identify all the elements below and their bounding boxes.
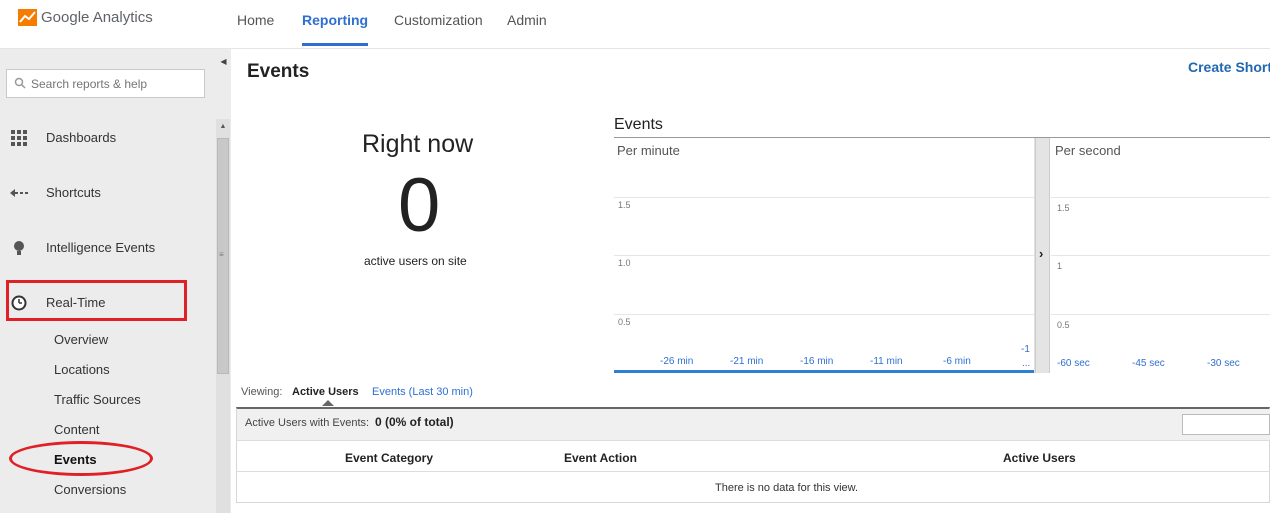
subnav-overview[interactable]: Overview	[54, 332, 108, 347]
scrollbar-grip-icon: ≡	[219, 250, 224, 259]
grid-line	[1051, 197, 1270, 198]
x-tick-label: -26 min	[660, 356, 694, 367]
x-tick-ellipsis: ...	[1022, 358, 1031, 369]
x-tick-label: -45 sec	[1132, 358, 1165, 369]
x-tick-label: -11 min	[870, 356, 903, 367]
analytics-logo-icon	[18, 9, 37, 26]
y-tick-label: 1.5	[1057, 203, 1070, 213]
summary-label: Active Users with Events:	[245, 417, 370, 429]
highlight-oval	[9, 441, 153, 476]
active-tab-caret-icon	[322, 400, 334, 406]
scroll-up-icon[interactable]: ▲	[216, 119, 230, 135]
lightbulb-icon	[14, 241, 24, 255]
column-header-event-category[interactable]: Event Category	[345, 451, 433, 465]
per-minute-chart: Per minute 1.5 1.0 0.5 -26 min -21 min -…	[614, 138, 1035, 373]
sidebar-item-label: Shortcuts	[46, 185, 101, 200]
subnav-locations[interactable]: Locations	[54, 362, 110, 377]
grid-icon	[11, 130, 27, 146]
chevron-right-icon[interactable]: ›	[1039, 246, 1043, 261]
subnav-traffic-sources[interactable]: Traffic Sources	[54, 392, 141, 407]
x-tick-label: -30 sec	[1207, 358, 1240, 369]
y-tick-label: 0.5	[618, 317, 631, 327]
logo-text: Google Analytics	[41, 9, 153, 26]
per-second-chart: Per second 1.5 1 0.5 -60 sec -45 sec -30…	[1051, 138, 1270, 373]
y-tick-label: 0.5	[1057, 320, 1070, 330]
grid-line	[1051, 255, 1270, 256]
highlight-box	[6, 280, 187, 321]
collapse-sidebar-button[interactable]: ◀	[216, 49, 231, 75]
chart-section-title: Events	[614, 116, 663, 133]
nav-reporting[interactable]: Reporting	[302, 0, 369, 46]
sidebar-item-dashboards[interactable]: Dashboards	[0, 123, 200, 153]
tab-active-users[interactable]: Active Users	[292, 386, 359, 398]
table-filter-input[interactable]	[1182, 414, 1270, 435]
grid-line	[614, 197, 1034, 198]
subnav-conversions[interactable]: Conversions	[54, 482, 126, 497]
sidebar-item-shortcuts[interactable]: Shortcuts	[0, 178, 200, 208]
panel-label: Per second	[1055, 143, 1121, 158]
x-tick-label: -6 min	[943, 356, 971, 367]
search-icon	[14, 77, 26, 89]
x-tick-label: -21 min	[730, 356, 764, 367]
tab-events-last-30-min[interactable]: Events (Last 30 min)	[372, 386, 473, 398]
chart-baseline	[614, 370, 1034, 373]
sidebar-item-intelligence-events[interactable]: Intelligence Events	[0, 233, 200, 263]
right-now-label: Right now	[362, 130, 474, 158]
active-users-label: active users on site	[364, 254, 467, 268]
sidebar-item-label: Dashboards	[46, 130, 117, 145]
x-tick-label: -60 sec	[1057, 358, 1090, 369]
nav-customization[interactable]: Customization	[394, 0, 483, 46]
grid-line	[614, 255, 1034, 256]
empty-table-message: There is no data for this view.	[715, 482, 859, 494]
arrow-icon	[10, 189, 28, 197]
active-users-count: 0	[398, 163, 441, 248]
subnav-content[interactable]: Content	[54, 422, 100, 437]
y-tick-label: 1.0	[618, 258, 631, 268]
search-input[interactable]	[6, 69, 205, 98]
create-shortcut-link[interactable]: Create Shortc	[1188, 59, 1270, 75]
nav-home[interactable]: Home	[237, 0, 274, 46]
grid-line	[1051, 314, 1270, 315]
y-tick-label: 1.5	[618, 200, 631, 210]
summary-count: 0 (0% of total)	[375, 415, 454, 429]
panel-label: Per minute	[617, 143, 680, 158]
y-tick-label: 1	[1057, 261, 1063, 271]
x-tick-label: -1	[1021, 344, 1030, 355]
summary-value: 0 (0% of total)	[375, 415, 454, 429]
page-title: Events	[247, 61, 310, 82]
top-bar	[0, 0, 1270, 49]
x-tick-label: -16 min	[800, 356, 834, 367]
nav-admin[interactable]: Admin	[507, 0, 547, 46]
grid-line	[614, 314, 1034, 315]
column-header-event-action[interactable]: Event Action	[564, 451, 637, 465]
table-header-rule	[237, 471, 1270, 472]
sidebar-item-label: Intelligence Events	[46, 240, 156, 255]
viewing-label: Viewing:	[241, 386, 283, 398]
column-header-active-users[interactable]: Active Users	[1003, 451, 1076, 465]
